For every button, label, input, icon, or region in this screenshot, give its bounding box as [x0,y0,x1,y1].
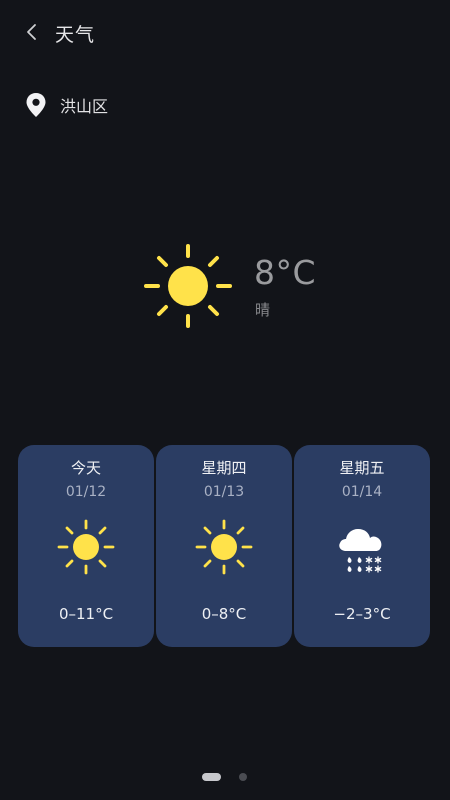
forecast-card-friday[interactable]: 星期五 01/14 −2–3°C [294,445,430,647]
page-dot-active[interactable] [202,773,221,781]
forecast-day: 星期五 [339,459,385,477]
forecast-date: 01/13 [203,484,245,500]
forecast-temperature-range: 0–11°C [58,605,114,623]
forecast-temperature-range: −2–3°C [333,605,391,623]
forecast-card-today[interactable]: 今天 01/12 0–11°C [18,445,154,647]
location-name: 洪山区 [60,97,109,116]
current-temperature: 8°C [254,253,317,292]
rain-snow-icon [339,529,382,573]
page-indicator [0,772,450,784]
top-bar: 天气 [0,0,450,64]
forecast-temperature-range: 0–8°C [201,605,247,623]
location-pin-icon [26,93,46,117]
page-dot[interactable] [239,773,247,781]
sun-icon [195,519,253,575]
forecast-date: 01/12 [65,484,107,500]
forecast-list: 今天 01/12 0–11°C 星期四 01/13 0–8°C 星期五 01/1… [18,445,432,649]
forecast-day: 今天 [70,459,101,477]
current-condition: 晴 [255,301,271,319]
sun-icon [144,244,232,328]
sun-icon [57,519,115,575]
weather-screen: 天气 洪山区 8°C 晴 今天 01/12 0–11°C 星期四 01/13 0… [0,0,450,800]
chevron-left-icon [27,24,36,40]
forecast-day: 星期四 [201,459,247,477]
forecast-card-thursday[interactable]: 星期四 01/13 0–8°C [156,445,292,647]
page-title: 天气 [55,24,96,46]
location-selector[interactable]: 洪山区 [25,92,108,118]
current-weather: 8°C 晴 [142,243,342,333]
back-button[interactable] [18,18,46,46]
forecast-date: 01/14 [341,484,383,500]
